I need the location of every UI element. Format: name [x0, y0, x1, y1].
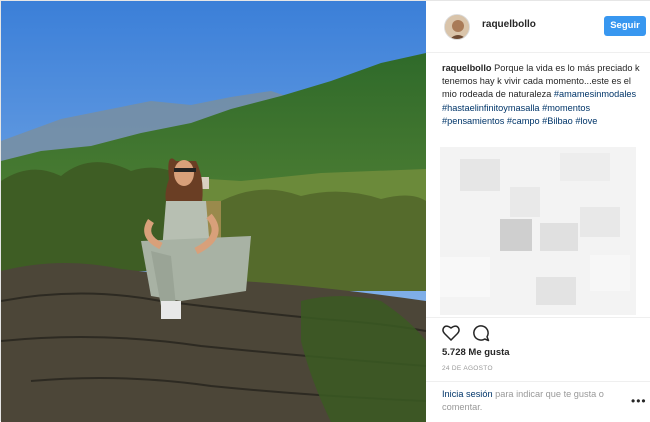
- photo-illustration: [1, 1, 426, 422]
- post-header: raquelbollo Seguir: [426, 1, 650, 53]
- login-link[interactable]: Inicia sesión: [442, 389, 493, 399]
- hashtag-link[interactable]: #hastaelinfinitoymasalla: [442, 103, 540, 113]
- login-prompt: Inicia sesión para indicar que te gusta …: [442, 388, 622, 414]
- post-sidebar: raquelbollo Seguir raquelbollo Porque la…: [426, 1, 650, 422]
- header-username[interactable]: raquelbollo: [482, 19, 536, 30]
- avatar-image: [445, 15, 469, 39]
- caption-username[interactable]: raquelbollo: [442, 63, 492, 73]
- heart-icon[interactable]: [442, 324, 460, 341]
- post-photo[interactable]: [1, 1, 426, 422]
- hashtag-link[interactable]: #pensamientos: [442, 116, 504, 126]
- avatar[interactable]: [444, 14, 470, 40]
- comment-icon[interactable]: [472, 324, 490, 342]
- hashtag-link[interactable]: #love: [575, 116, 597, 126]
- more-options-icon[interactable]: •••: [631, 394, 647, 408]
- instagram-post: raquelbollo Seguir raquelbollo Porque la…: [0, 0, 650, 422]
- hashtag-link[interactable]: #Bilbao: [542, 116, 573, 126]
- like-count[interactable]: 5.728 Me gusta: [442, 347, 510, 358]
- post-footer: Inicia sesión para indicar que te gusta …: [426, 381, 650, 422]
- action-bar: [426, 317, 650, 347]
- hashtag-link[interactable]: #momentos: [542, 103, 590, 113]
- post-date: 24 DE AGOSTO: [442, 365, 493, 372]
- hashtag-link[interactable]: #campo: [507, 116, 540, 126]
- blurred-comments: [440, 147, 636, 315]
- post-caption: raquelbollo Porque la vida es lo más pre…: [442, 62, 642, 128]
- follow-button[interactable]: Seguir: [604, 16, 646, 36]
- hashtag-link[interactable]: #amamesinmodales: [554, 89, 636, 99]
